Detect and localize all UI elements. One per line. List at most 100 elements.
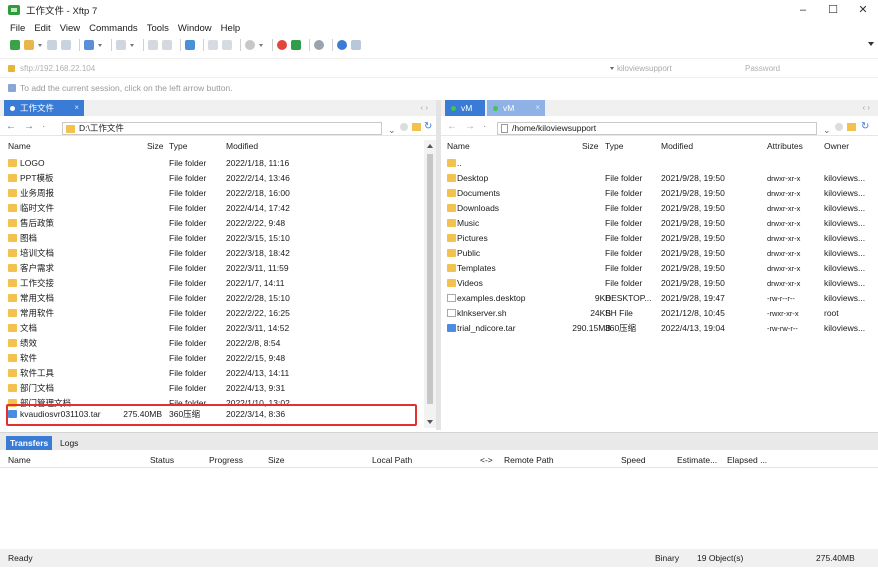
gear-icon[interactable] bbox=[314, 40, 324, 50]
xshell-icon[interactable] bbox=[277, 40, 287, 50]
chevron-down-icon[interactable] bbox=[98, 40, 103, 50]
menu-edit[interactable]: Edit bbox=[34, 23, 50, 34]
close-icon[interactable]: × bbox=[535, 100, 540, 116]
local-path-input[interactable]: D:\工作文件 bbox=[62, 122, 382, 135]
tab-scroll-arrows[interactable]: ‹ › bbox=[420, 100, 428, 116]
file-row[interactable]: 常用软件 File folder 2022/2/22, 16:25 bbox=[0, 306, 436, 321]
file-row[interactable]: 培训文档 File folder 2022/3/18, 18:42 bbox=[0, 246, 436, 261]
chevron-down-icon[interactable] bbox=[259, 40, 264, 50]
file-row[interactable]: 文档 File folder 2022/3/11, 14:52 bbox=[0, 321, 436, 336]
copy-icon[interactable] bbox=[47, 40, 57, 50]
transfer-col-local-path[interactable]: Local Path bbox=[372, 452, 412, 468]
chat-icon[interactable] bbox=[351, 40, 361, 50]
file-row[interactable]: 临时文件 File folder 2022/4/14, 17:42 bbox=[0, 201, 436, 216]
column-header-size[interactable]: Size bbox=[582, 140, 599, 153]
close-button[interactable]: ✕ bbox=[848, 0, 878, 20]
file-row[interactable]: examples.desktop 9KB DESKTOP... 2021/9/28, … bbox=[441, 291, 878, 306]
up-folder-icon[interactable]: · bbox=[42, 121, 45, 132]
globe-icon[interactable] bbox=[245, 40, 255, 50]
column-header-modified[interactable]: Modified bbox=[226, 140, 258, 153]
transfer-col-estimate[interactable]: Estimate... bbox=[677, 452, 717, 468]
back-arrow-icon[interactable]: ← bbox=[447, 121, 457, 132]
chevron-down-icon[interactable] bbox=[130, 40, 135, 50]
host-address-input[interactable]: sftp://192.168.22.104 bbox=[20, 62, 600, 76]
tab-remote-vm-2[interactable]: vM × bbox=[487, 100, 545, 116]
scrollbar-thumb[interactable] bbox=[427, 154, 433, 404]
transfer-col-elapsed[interactable]: Elapsed ... bbox=[727, 452, 767, 468]
remote-path-input[interactable]: /home/kiloviewsupport bbox=[497, 122, 817, 135]
file-row[interactable]: Music File folder 2021/9/28, 19:50 drwxr-xr… bbox=[441, 216, 878, 231]
help-icon[interactable] bbox=[337, 40, 347, 50]
tab-local-work-files[interactable]: 工作文件 × bbox=[4, 100, 84, 116]
pane-splitter[interactable] bbox=[436, 100, 441, 430]
file-row[interactable]: Pictures File folder 2021/9/28, 19:50 drwxr… bbox=[441, 231, 878, 246]
column-header-name[interactable]: Name bbox=[447, 140, 470, 153]
transfer-col-speed[interactable]: Speed bbox=[621, 452, 646, 468]
open-folder-icon[interactable] bbox=[847, 123, 856, 131]
file-row[interactable]: Documents File folder 2021/9/28, 19:50 drwx… bbox=[441, 186, 878, 201]
refresh-icon[interactable]: ↻ bbox=[424, 121, 432, 132]
forward-arrow-icon[interactable]: → bbox=[24, 121, 34, 132]
transfer-col-name[interactable]: Name bbox=[8, 452, 31, 468]
file-row[interactable]: 部门文档 File folder 2022/4/13, 9:31 bbox=[0, 381, 436, 396]
column-header-size[interactable]: Size bbox=[147, 140, 164, 153]
column-header-type[interactable]: Type bbox=[605, 140, 623, 153]
forward-arrow-icon[interactable]: → bbox=[465, 121, 475, 132]
file-row[interactable]: PPT模板 File folder 2022/2/14, 13:46 bbox=[0, 171, 436, 186]
path-history-chevron-icon[interactable]: ⌄ bbox=[388, 125, 396, 136]
file-row[interactable]: 售后政策 File folder 2022/2/22, 9:48 bbox=[0, 216, 436, 231]
refresh-icon[interactable]: ↻ bbox=[861, 121, 869, 132]
menu-tools[interactable]: Tools bbox=[147, 23, 169, 34]
tab-remote-vm-1[interactable]: vM bbox=[445, 100, 485, 116]
minimize-button[interactable]: – bbox=[788, 0, 818, 20]
column-header-name[interactable]: Name bbox=[8, 140, 31, 153]
menu-help[interactable]: Help bbox=[221, 23, 241, 34]
toolbar-overflow-icon[interactable] bbox=[868, 42, 874, 46]
file-row[interactable]: 绩效 File folder 2022/2/8, 8:54 bbox=[0, 336, 436, 351]
transfer-list[interactable] bbox=[0, 469, 878, 549]
menu-file[interactable]: File bbox=[10, 23, 25, 34]
close-icon[interactable]: × bbox=[74, 100, 79, 116]
column-header-attributes[interactable]: Attributes bbox=[767, 140, 803, 153]
menu-view[interactable]: View bbox=[60, 23, 80, 34]
column-header-type[interactable]: Type bbox=[169, 140, 187, 153]
favorites-icon[interactable] bbox=[400, 123, 408, 131]
transfer-col-direction[interactable]: <-> bbox=[480, 452, 493, 468]
up-folder-icon[interactable]: · bbox=[483, 121, 486, 132]
favorites-icon[interactable] bbox=[835, 123, 843, 131]
open-folder-icon[interactable] bbox=[24, 40, 34, 50]
file-row[interactable]: Videos File folder 2021/9/28, 19:50 drwxr-x… bbox=[441, 276, 878, 291]
menu-commands[interactable]: Commands bbox=[89, 23, 138, 34]
column-header-owner[interactable]: Owner bbox=[824, 140, 849, 153]
file-row[interactable]: 业务周报 File folder 2022/2/18, 16:00 bbox=[0, 186, 436, 201]
file-row[interactable]: klnkserver.sh 24KB SH File 2021/12/8, 10:45… bbox=[441, 306, 878, 321]
file-row[interactable]: 图档 File folder 2022/3/15, 15:10 bbox=[0, 231, 436, 246]
xftp-icon[interactable] bbox=[291, 40, 301, 50]
menu-window[interactable]: Window bbox=[178, 23, 212, 34]
file-row[interactable]: 软件工具 File folder 2022/4/13, 14:11 bbox=[0, 366, 436, 381]
transfer-col-size[interactable]: Size bbox=[268, 452, 285, 468]
open-folder-icon[interactable] bbox=[412, 123, 421, 131]
file-row[interactable]: 软件 File folder 2022/2/15, 9:48 bbox=[0, 351, 436, 366]
back-arrow-icon[interactable]: ← bbox=[6, 121, 16, 132]
transfer-col-remote-path[interactable]: Remote Path bbox=[504, 452, 554, 468]
tab-scroll-arrows[interactable]: ‹ › bbox=[862, 100, 870, 116]
file-row[interactable]: LOGO File folder 2022/1/18, 11:16 bbox=[0, 156, 436, 171]
file-row[interactable]: 工作交接 File folder 2022/1/7, 14:11 bbox=[0, 276, 436, 291]
upload-icon[interactable] bbox=[148, 40, 158, 50]
maximize-button[interactable]: ☐ bbox=[818, 0, 848, 20]
connect-icon[interactable] bbox=[84, 40, 94, 50]
file-row[interactable]: 客户需求 File folder 2022/3/11, 11:59 bbox=[0, 261, 436, 276]
file-row[interactable]: Desktop File folder 2021/9/28, 19:50 drwxr-… bbox=[441, 171, 878, 186]
scroll-up-icon[interactable] bbox=[427, 144, 433, 148]
file-row[interactable]: 常用文档 File folder 2022/2/28, 15:10 bbox=[0, 291, 436, 306]
file-row[interactable]: Templates File folder 2021/9/28, 19:50 drwx… bbox=[441, 261, 878, 276]
new-session-icon[interactable] bbox=[10, 40, 20, 50]
tab-logs[interactable]: Logs bbox=[60, 436, 78, 450]
terminal-icon[interactable] bbox=[116, 40, 126, 50]
file-row[interactable]: Public File folder 2021/9/28, 19:50 drwxr-x… bbox=[441, 246, 878, 261]
path-history-chevron-icon[interactable]: ⌄ bbox=[823, 125, 831, 136]
column-header-modified[interactable]: Modified bbox=[661, 140, 693, 153]
tab-transfers[interactable]: Transfers bbox=[6, 436, 53, 450]
paste-icon[interactable] bbox=[61, 40, 71, 50]
